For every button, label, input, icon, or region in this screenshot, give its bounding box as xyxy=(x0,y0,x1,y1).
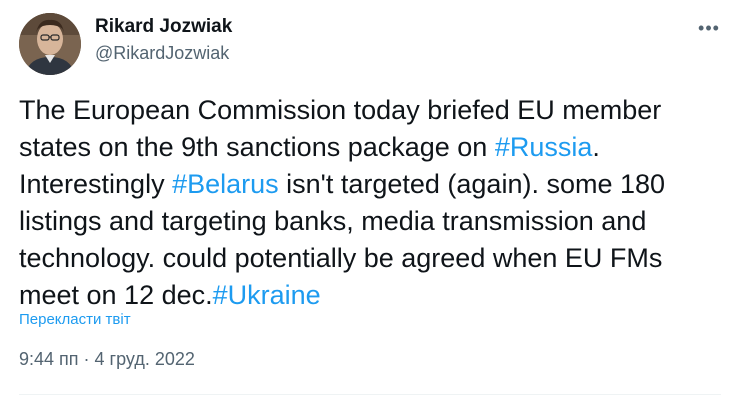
tweet-timestamp[interactable]: 9:44 пп · 4 груд. 2022 xyxy=(19,349,195,370)
tweet-date: 4 груд. 2022 xyxy=(94,349,195,369)
tweet-time: 9:44 пп xyxy=(19,349,79,369)
hashtag-link[interactable]: #Belarus xyxy=(172,169,279,199)
separator-dot: · xyxy=(83,349,90,369)
author-handle[interactable]: @RikardJozwiak xyxy=(95,43,229,64)
divider xyxy=(19,394,721,395)
hashtag-link[interactable]: #Ukraine xyxy=(213,280,321,310)
author-name[interactable]: Rikard Jozwiak xyxy=(95,16,232,38)
avatar[interactable] xyxy=(19,13,81,75)
more-horizontal-icon: ••• xyxy=(698,17,720,38)
translate-tweet-link[interactable]: Перекласти твіт xyxy=(19,311,131,328)
hashtag-link[interactable]: #Russia xyxy=(495,132,593,162)
avatar-photo xyxy=(19,13,81,75)
more-options-button[interactable]: ••• xyxy=(696,18,722,38)
tweet-text: The European Commission today briefed EU… xyxy=(19,92,724,314)
tweet-card: Rikard Jozwiak @RikardJozwiak ••• The Eu… xyxy=(0,0,740,411)
